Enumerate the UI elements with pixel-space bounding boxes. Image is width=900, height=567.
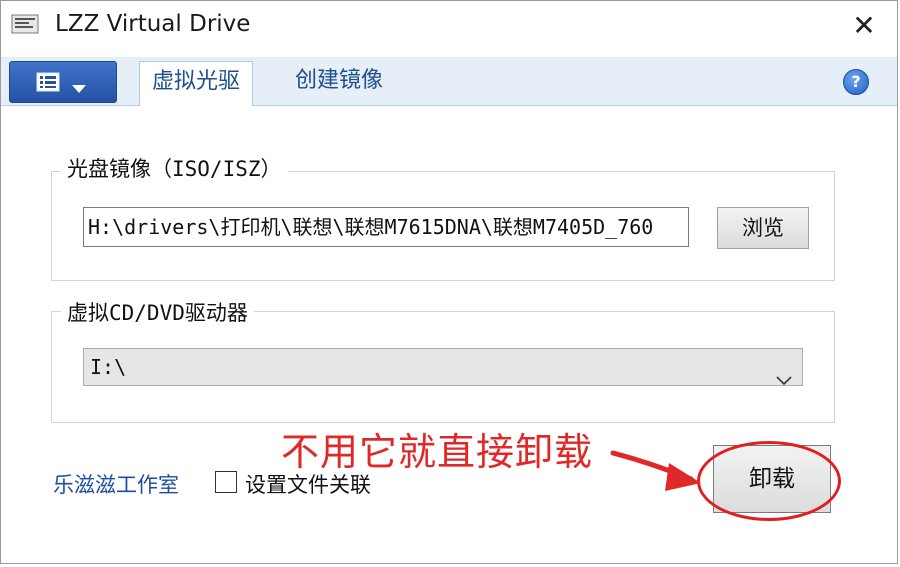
image-group-legend: 光盘镜像（ISO/ISZ） bbox=[61, 153, 288, 183]
help-icon[interactable]: ? bbox=[843, 69, 869, 95]
app-menu-button[interactable] bbox=[9, 61, 117, 103]
chevron-down-icon bbox=[776, 361, 792, 397]
app-window: LZZ Virtual Drive ✕ 虚拟光驱 创建镜像 ? 光盘镜像（ISO… bbox=[0, 0, 898, 564]
window-title: LZZ Virtual Drive bbox=[55, 11, 251, 37]
studio-link[interactable]: 乐滋滋工作室 bbox=[53, 469, 179, 499]
close-button[interactable]: ✕ bbox=[849, 11, 879, 41]
app-logo-icon bbox=[11, 13, 41, 37]
file-assoc-checkbox[interactable] bbox=[215, 471, 237, 493]
drive-select-value: I:\ bbox=[90, 355, 127, 379]
tab-virtual-drive[interactable]: 虚拟光驱 bbox=[139, 61, 254, 106]
document-list-icon bbox=[36, 72, 60, 96]
chevron-down-icon bbox=[72, 78, 86, 97]
ribbon-bar: 虚拟光驱 创建镜像 ? bbox=[1, 57, 897, 106]
annotation-highlight-ellipse bbox=[697, 441, 841, 521]
annotation-text: 不用它就直接卸载 bbox=[281, 430, 594, 474]
tab-create-image[interactable]: 创建镜像 bbox=[283, 61, 395, 101]
title-bar: LZZ Virtual Drive ✕ bbox=[1, 1, 897, 51]
image-path-input[interactable]: H:\drivers\打印机\联想\联想M7615DNA\联想M7405D_76… bbox=[83, 207, 689, 247]
drive-select[interactable]: I:\ bbox=[83, 348, 803, 386]
drive-group-legend: 虚拟CD/DVD驱动器 bbox=[61, 297, 254, 327]
browse-button[interactable]: 浏览 bbox=[717, 207, 809, 249]
